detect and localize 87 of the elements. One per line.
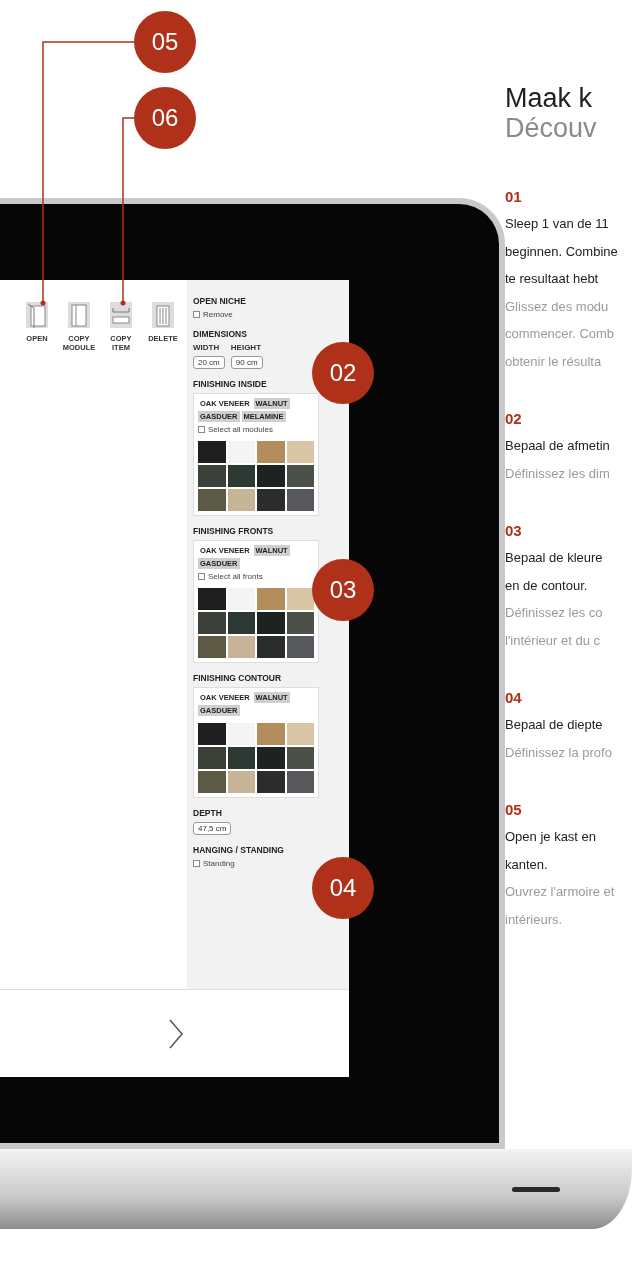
step-number: 03 <box>505 523 523 539</box>
color-swatch[interactable] <box>198 588 226 610</box>
color-swatch[interactable] <box>286 489 314 511</box>
chevron-right-icon[interactable] <box>169 1018 183 1049</box>
color-swatch[interactable] <box>227 489 255 511</box>
color-swatch[interactable] <box>257 723 285 745</box>
color-swatch[interactable] <box>257 489 285 511</box>
checkbox-option[interactable]: Remove <box>193 310 233 319</box>
color-swatch[interactable] <box>198 441 226 463</box>
color-swatch[interactable] <box>198 612 226 634</box>
color-swatch[interactable] <box>286 612 314 634</box>
section-title: FINISHING CONTOUR <box>193 673 283 683</box>
step-translation: Ouvrez l'armoire et <box>505 883 616 902</box>
step-number: 05 <box>505 802 523 818</box>
step-text: Open je kast en <box>505 828 598 847</box>
step-translation: Définissez les dim <box>505 464 611 483</box>
step-number: 02 <box>505 411 523 427</box>
select-field[interactable]: 20 cm <box>193 356 225 369</box>
section-title: FINISHING INSIDE <box>193 379 268 389</box>
color-swatch[interactable] <box>198 465 226 487</box>
step-translation: l'intérieur et du c <box>505 631 601 650</box>
page-subtitle: Découv <box>505 113 598 144</box>
color-swatch[interactable] <box>257 465 285 487</box>
step-number: 01 <box>505 189 523 205</box>
step-translation: commencer. Comb <box>505 325 616 344</box>
step-translation: Définissez la profo <box>505 743 613 762</box>
field-label: WIDTH <box>193 343 221 352</box>
step-text: Bepaal de kleure <box>505 549 604 568</box>
leader-dot <box>120 300 126 306</box>
color-swatch[interactable] <box>198 489 226 511</box>
callout-number: 06 <box>134 87 196 149</box>
step-text: beginnen. Combine <box>505 242 619 261</box>
color-swatch[interactable] <box>227 465 255 487</box>
section-title: OPEN NICHE <box>193 296 247 306</box>
color-swatch[interactable] <box>286 723 314 745</box>
color-swatch[interactable] <box>227 771 255 793</box>
base-notch <box>512 1186 560 1192</box>
color-swatch[interactable] <box>257 747 285 769</box>
section-title: DIMENSIONS <box>193 329 248 339</box>
trash-icon <box>150 300 176 330</box>
select-field[interactable]: 90 cm <box>230 356 263 369</box>
step-text: kanten. <box>505 855 549 874</box>
step-translation: Définissez les co <box>505 604 604 623</box>
cabinet-icon <box>66 300 92 330</box>
checkbox-option[interactable]: Select all modules <box>198 425 273 434</box>
color-swatch[interactable] <box>257 588 285 610</box>
color-swatch[interactable] <box>227 588 255 610</box>
door-icon <box>24 300 50 330</box>
color-swatch[interactable] <box>286 465 314 487</box>
callout-number: 05 <box>134 11 196 73</box>
color-swatch[interactable] <box>257 771 285 793</box>
page-title: Maak k <box>505 84 594 114</box>
step-translation: intérieurs. <box>505 910 564 929</box>
step-text: Sleep 1 van de 11 <box>505 215 610 234</box>
color-swatch[interactable] <box>198 771 226 793</box>
color-swatch[interactable] <box>286 636 314 658</box>
color-swatch[interactable] <box>198 723 226 745</box>
step-text: en de contour. <box>505 576 589 595</box>
section-title: HANGING / STANDING <box>193 845 285 855</box>
color-swatch[interactable] <box>257 441 285 463</box>
checkbox-option[interactable]: Standing <box>193 859 235 868</box>
color-swatch[interactable] <box>227 723 255 745</box>
color-swatch[interactable] <box>227 636 255 658</box>
field-label: HEIGHT <box>230 343 263 352</box>
section-title: DEPTH <box>193 808 223 818</box>
color-swatch[interactable] <box>198 636 226 658</box>
step-translation: obtenir le résulta <box>505 352 603 371</box>
color-swatch[interactable] <box>227 612 255 634</box>
color-swatch[interactable] <box>227 747 255 769</box>
color-swatch[interactable] <box>286 771 314 793</box>
color-swatch[interactable] <box>257 636 285 658</box>
color-swatch[interactable] <box>286 747 314 769</box>
step-translation: Glissez des modu <box>505 297 610 316</box>
shelf-icon <box>108 300 134 330</box>
color-swatch[interactable] <box>198 747 226 769</box>
select-field[interactable]: 47,5 cm <box>193 822 232 835</box>
step-number: 04 <box>505 690 523 706</box>
color-swatch[interactable] <box>257 612 285 634</box>
checkbox-option[interactable]: Select all fronts <box>198 572 263 581</box>
step-text: Bepaal de diepte <box>505 716 604 735</box>
color-swatch[interactable] <box>227 441 255 463</box>
leader-dot <box>40 300 46 306</box>
color-swatch[interactable] <box>286 588 314 610</box>
step-text: Bepaal de afmetin <box>505 437 611 456</box>
step-text: te resultaat hebt <box>505 270 600 289</box>
section-title: FINISHING FRONTS <box>193 526 275 536</box>
color-swatch[interactable] <box>286 441 314 463</box>
